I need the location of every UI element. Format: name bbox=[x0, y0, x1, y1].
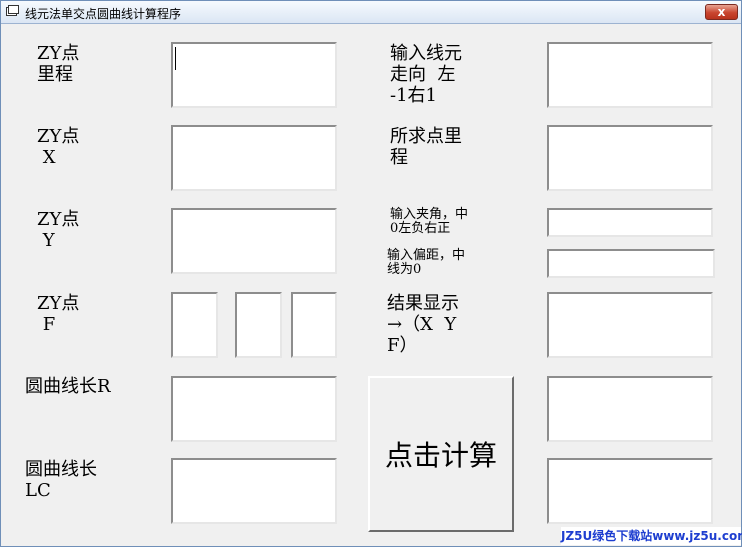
zy-f-minutes-field[interactable] bbox=[235, 292, 282, 358]
label-zy-mileage: ZY点 里程 bbox=[37, 43, 80, 85]
label-arc-lc: 圆曲线长 LC bbox=[25, 459, 97, 501]
direction-field[interactable] bbox=[547, 42, 713, 108]
result-f-field[interactable] bbox=[547, 458, 713, 524]
zy-x-field[interactable] bbox=[171, 125, 337, 191]
arc-lc-field[interactable] bbox=[171, 458, 337, 524]
label-arc-r: 圆曲线长R bbox=[25, 376, 111, 397]
label-zy-y: ZY点 Y bbox=[37, 209, 80, 251]
label-zy-f: ZY点 F bbox=[37, 293, 80, 335]
zy-f-seconds-field[interactable] bbox=[291, 292, 337, 358]
label-angle: 输入夹角，中 0左负右正 bbox=[390, 207, 469, 236]
label-direction: 输入线元 走向 左 -1右1 bbox=[390, 43, 462, 106]
label-offset: 输入偏距，中 线为0 bbox=[387, 248, 466, 277]
label-zy-x: ZY点 X bbox=[37, 126, 80, 168]
label-target-mileage: 所求点里 程 bbox=[390, 126, 462, 168]
window-title: 线元法单交点圆曲线计算程序 bbox=[25, 7, 182, 21]
title-bar: 线元法单交点圆曲线计算程序 x bbox=[1, 1, 741, 24]
app-window: 线元法单交点圆曲线计算程序 x ZY点 里程 ZY点 X ZY点 Y ZY点 F… bbox=[0, 0, 742, 547]
close-button[interactable]: x bbox=[705, 4, 738, 20]
app-icon bbox=[6, 5, 19, 16]
zy-mileage-field[interactable] bbox=[171, 42, 337, 108]
text-caret bbox=[175, 47, 176, 70]
label-result: 结果显示 →（X Y F） bbox=[387, 293, 459, 356]
zy-f-degrees-field[interactable] bbox=[171, 292, 218, 358]
angle-field[interactable] bbox=[547, 208, 713, 237]
calculate-button[interactable]: 点击计算 bbox=[368, 376, 514, 532]
target-mileage-field[interactable] bbox=[547, 125, 713, 191]
result-y-field[interactable] bbox=[547, 376, 713, 442]
form-area: ZY点 里程 ZY点 X ZY点 Y ZY点 F 圆曲线长R 圆曲线长 LC 输… bbox=[1, 24, 742, 546]
site-watermark: JZ5U绿色下载站www.jz5u.com bbox=[561, 527, 742, 545]
offset-field[interactable] bbox=[547, 249, 715, 278]
result-x-field[interactable] bbox=[547, 292, 713, 358]
arc-r-field[interactable] bbox=[171, 376, 337, 442]
zy-y-field[interactable] bbox=[171, 208, 337, 274]
